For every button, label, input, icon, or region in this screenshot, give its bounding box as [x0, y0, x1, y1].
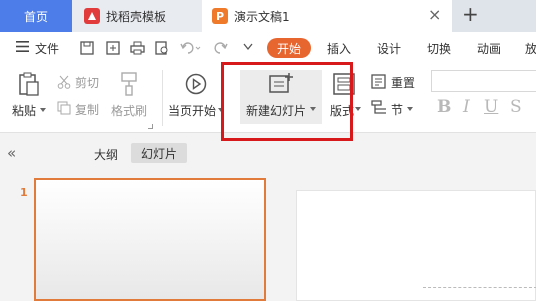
- section-button[interactable]: 节: [391, 101, 403, 118]
- menu-tab-insert[interactable]: 插入: [327, 40, 351, 57]
- file-menu[interactable]: 文件: [35, 40, 59, 57]
- menu-bar: 文件 开始 插入 设计 切换 动画 放: [0, 32, 536, 64]
- tab-bar: 首页 找稻壳模板 P 演示文稿1 × +: [0, 0, 536, 32]
- tab-presentation[interactable]: P 演示文稿1 ×: [202, 0, 452, 32]
- bold-icon[interactable]: B: [437, 97, 451, 117]
- slide-thumbnail[interactable]: [34, 178, 266, 301]
- tab-template[interactable]: 找稻壳模板: [72, 0, 202, 32]
- underline-icon[interactable]: U: [484, 97, 498, 117]
- slide-canvas[interactable]: [296, 190, 536, 301]
- collapse-panel-icon[interactable]: «: [7, 144, 16, 162]
- play-from-current-button[interactable]: 当页开始: [168, 102, 216, 119]
- tab-slides[interactable]: 幻灯片: [131, 143, 187, 163]
- cut-button[interactable]: 剪切: [75, 74, 99, 91]
- tab-presentation-label: 演示文稿1: [234, 9, 290, 24]
- export-icon[interactable]: [106, 41, 120, 55]
- close-tab-icon[interactable]: ×: [428, 5, 441, 24]
- paste-icon[interactable]: [18, 72, 40, 96]
- view-tabs: « 大纲 幻灯片: [0, 140, 290, 164]
- reset-button[interactable]: 重置: [391, 74, 415, 91]
- reset-icon[interactable]: [371, 74, 386, 89]
- format-painter-button[interactable]: 格式刷: [111, 102, 147, 119]
- tab-home-label: 首页: [23, 9, 48, 24]
- copy-button[interactable]: 复制: [75, 101, 99, 118]
- tab-outline[interactable]: 大纲: [94, 146, 118, 163]
- hamburger-icon[interactable]: [16, 41, 29, 52]
- docer-logo-icon: [84, 8, 100, 24]
- quick-access-dropdown-icon[interactable]: [243, 43, 253, 51]
- redo-icon[interactable]: [214, 41, 236, 55]
- highlight-box: [221, 62, 353, 141]
- undo-icon[interactable]: [180, 41, 202, 55]
- shadow-icon[interactable]: S: [510, 97, 522, 117]
- format-painter-icon[interactable]: [119, 72, 139, 96]
- placeholder-border: [423, 287, 536, 289]
- paste-dropdown-icon[interactable]: [40, 108, 46, 112]
- font-name-select[interactable]: [431, 70, 536, 92]
- menu-tab-design[interactable]: 设计: [377, 40, 401, 57]
- save-icon[interactable]: [80, 41, 94, 55]
- paste-button[interactable]: 粘贴: [12, 102, 36, 119]
- menu-tab-slideshow[interactable]: 放: [525, 40, 536, 57]
- slide-number: 1: [20, 186, 28, 199]
- tab-home[interactable]: 首页: [0, 0, 72, 32]
- layout-dropdown-icon[interactable]: [355, 107, 361, 111]
- menu-tab-transition[interactable]: 切换: [427, 40, 451, 57]
- section-dropdown-icon[interactable]: [407, 107, 413, 111]
- clipboard-dialog-launcher-icon[interactable]: [148, 124, 153, 129]
- play-icon[interactable]: [185, 73, 207, 95]
- add-tab-icon[interactable]: +: [462, 2, 479, 26]
- cut-icon[interactable]: [57, 75, 71, 89]
- preview-icon[interactable]: [155, 41, 169, 55]
- ribbon-divider: [162, 70, 163, 126]
- menu-tab-start[interactable]: 开始: [267, 38, 311, 58]
- italic-icon[interactable]: I: [463, 97, 470, 117]
- menu-tab-animation[interactable]: 动画: [477, 40, 501, 57]
- presentation-logo-icon: P: [212, 8, 228, 24]
- section-icon[interactable]: [371, 100, 387, 115]
- copy-icon[interactable]: [57, 101, 71, 115]
- tab-template-label: 找稻壳模板: [106, 9, 167, 24]
- print-icon[interactable]: [130, 41, 145, 55]
